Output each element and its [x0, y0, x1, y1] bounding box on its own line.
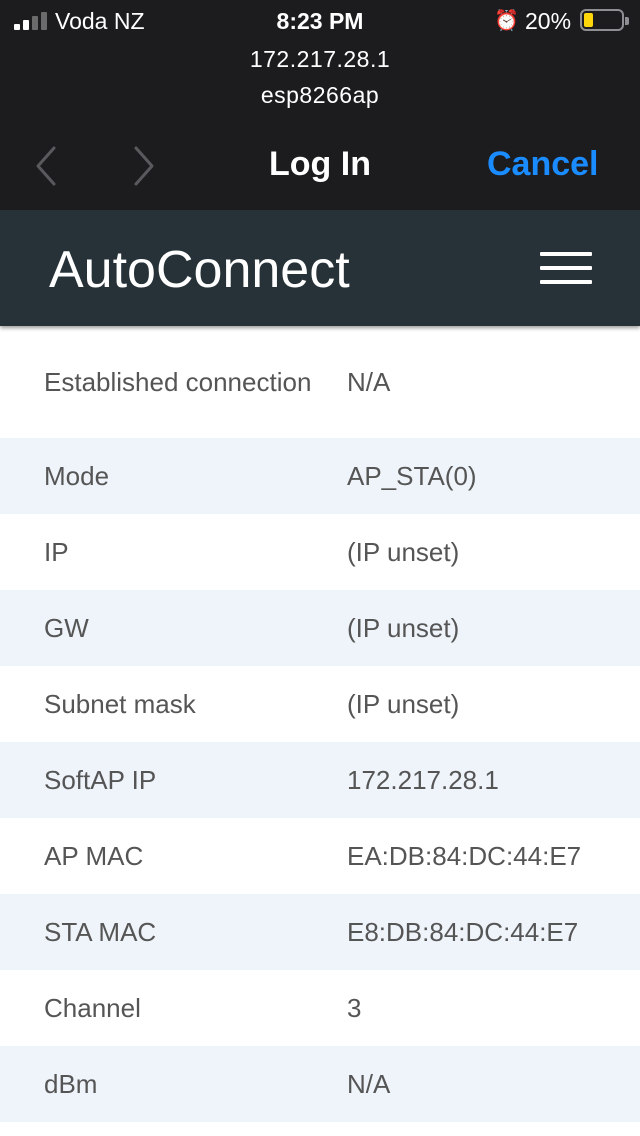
row-label: Channel [44, 993, 141, 1023]
row-label: AP MAC [44, 841, 144, 871]
row-value: N/A [347, 367, 391, 397]
row-value: AP_STA(0) [347, 461, 477, 491]
table-row: AP MAC EA:DB:84:DC:44:E7 [0, 818, 640, 894]
table-row: IP (IP unset) [0, 514, 640, 590]
table-row: dBm N/A [0, 1046, 640, 1122]
row-value: 172.217.28.1 [347, 765, 499, 795]
cancel-button[interactable]: Cancel [487, 145, 599, 184]
portal-url: 172.217.28.1 [249, 46, 391, 72]
row-value: (IP unset) [347, 537, 460, 567]
app-brand-title: AutoConnect [49, 241, 350, 299]
table-row: Subnet mask (IP unset) [0, 666, 640, 742]
row-label: IP [44, 537, 69, 567]
row-label: Established connection [44, 367, 312, 397]
row-value: N/A [347, 1069, 391, 1099]
table-row: SoftAP IP 172.217.28.1 [0, 742, 640, 818]
row-label: Subnet mask [44, 689, 196, 719]
captive-portal-header: Voda NZ 8:23 PM ⏰ 20% 172.217.28.1 esp82… [0, 0, 640, 210]
row-label: STA MAC [44, 917, 157, 947]
hamburger-menu-icon[interactable] [538, 248, 594, 288]
table-row: Mode AP_STA(0) [0, 438, 640, 514]
row-label: GW [44, 613, 89, 643]
table-row: Established connection N/A [0, 326, 640, 438]
table-row: STA MAC E8:DB:84:DC:44:E7 [0, 894, 640, 970]
battery-percent: 20% [525, 8, 572, 34]
row-label: SoftAP IP [44, 765, 157, 795]
table-row: Channel 3 [0, 970, 640, 1046]
row-value: (IP unset) [347, 613, 460, 643]
alarm-clock-icon: ⏰ [494, 10, 519, 32]
row-label: Mode [44, 461, 110, 491]
row-value: (IP unset) [347, 689, 460, 719]
row-value: E8:DB:84:DC:44:E7 [347, 917, 579, 947]
row-value: 3 [347, 993, 362, 1023]
battery-icon [580, 9, 629, 31]
network-name: esp8266ap [260, 82, 380, 108]
status-bar: Voda NZ 8:23 PM ⏰ 20% [0, 0, 640, 42]
row-value: EA:DB:84:DC:44:E7 [347, 841, 582, 871]
battery-level-fill [584, 13, 593, 27]
row-label: dBm [44, 1069, 98, 1099]
connection-status-table: Established connection N/A Mode AP_STA(0… [0, 326, 640, 1122]
table-row: GW (IP unset) [0, 590, 640, 666]
